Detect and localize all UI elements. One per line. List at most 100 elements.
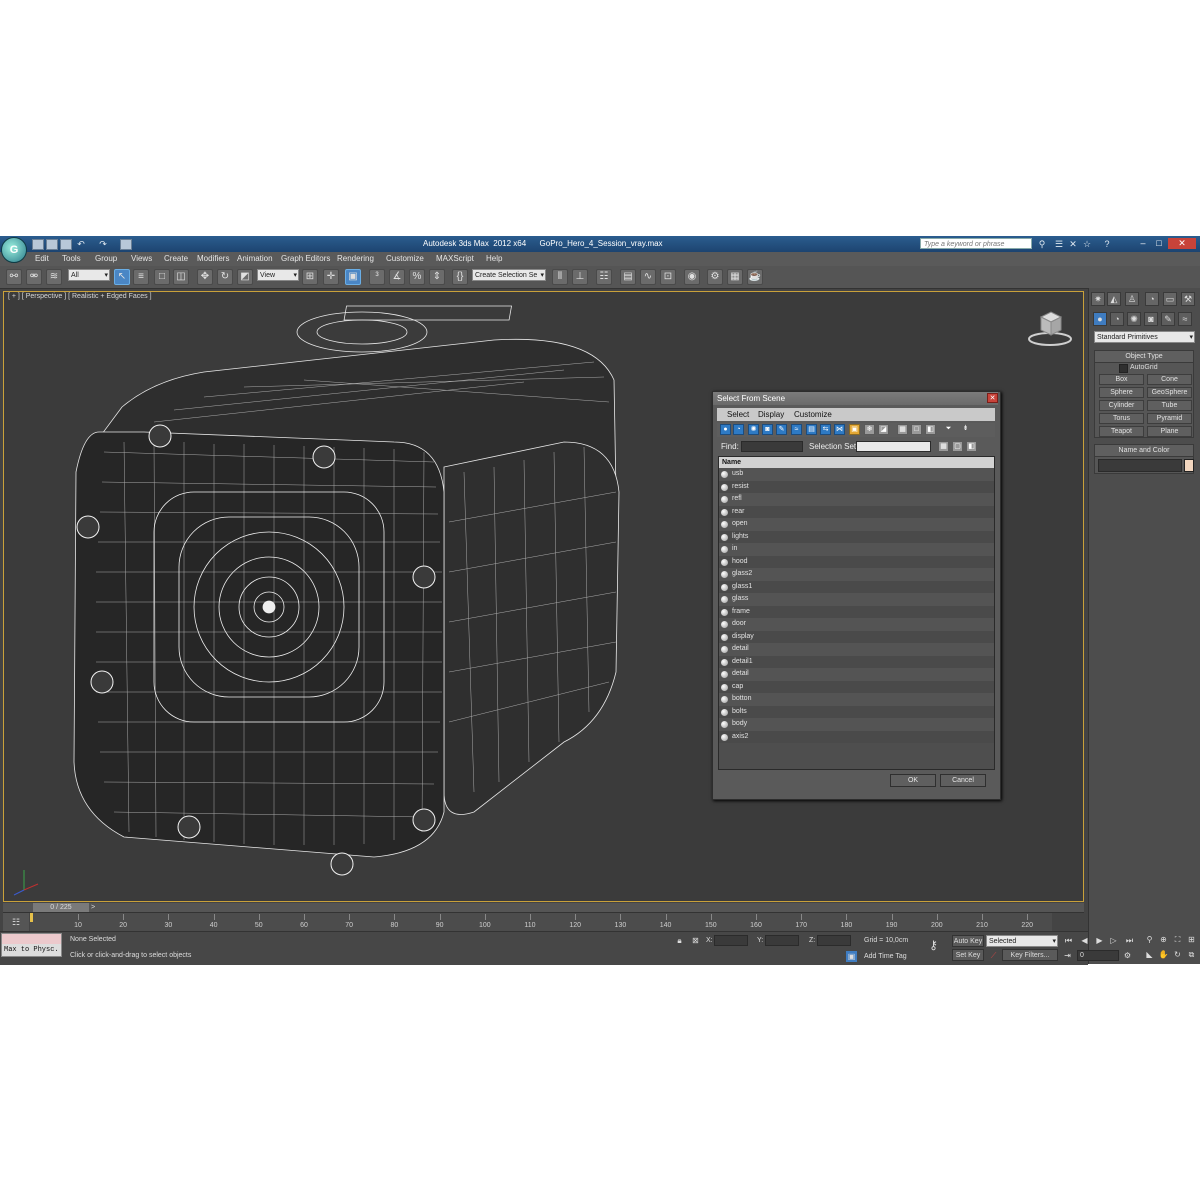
- cameras-icon[interactable]: ◙: [1144, 312, 1158, 326]
- dialog-menu-display[interactable]: Display: [758, 410, 784, 419]
- go-to-start-icon[interactable]: ⏮: [1063, 935, 1074, 946]
- current-frame-field[interactable]: 0: [1077, 950, 1119, 961]
- project-folder-icon[interactable]: [120, 239, 132, 250]
- selection-filter-dropdown[interactable]: All: [68, 269, 110, 281]
- object-list-item[interactable]: frame: [719, 605, 994, 618]
- render-production-icon[interactable]: ☕: [747, 269, 763, 285]
- edit-named-selection-icon[interactable]: {}: [452, 269, 468, 285]
- sort-filter-icon[interactable]: ⇟: [960, 424, 971, 435]
- angle-snap-icon[interactable]: ∡: [389, 269, 405, 285]
- play-icon[interactable]: ▶︎: [1094, 935, 1105, 946]
- track-bar[interactable]: 10 20 30 40 50 60 70 80 90 100 110 120 130 140 150 160 1…: [30, 913, 1052, 931]
- next-frame-icon[interactable]: ▷: [1108, 935, 1119, 946]
- key-filters-icon[interactable]: ⟋: [988, 950, 999, 961]
- torus-button[interactable]: Torus: [1099, 413, 1144, 424]
- object-list-item[interactable]: body: [719, 718, 994, 731]
- save-file-icon[interactable]: [60, 239, 72, 250]
- display-bones-icon[interactable]: ⋈: [834, 424, 845, 435]
- track-bar-menu-icon[interactable]: ☷: [3, 913, 29, 931]
- object-list-item[interactable]: lights: [719, 530, 994, 543]
- time-slider[interactable]: 0 / 225 >: [3, 903, 1084, 913]
- display-containers-icon[interactable]: ▣: [849, 424, 860, 435]
- new-file-icon[interactable]: [32, 239, 44, 250]
- redo-icon[interactable]: ↷: [98, 239, 108, 249]
- open-file-icon[interactable]: [46, 239, 58, 250]
- lights-icon[interactable]: ✺: [1127, 312, 1141, 326]
- maxscript-input-text[interactable]: Max to Physc.: [4, 946, 59, 954]
- y-coord-field[interactable]: [765, 935, 799, 946]
- rendered-frame-window-icon[interactable]: ▦: [727, 269, 743, 285]
- name-column-header[interactable]: Name: [719, 457, 994, 468]
- maxscript-mini-listener[interactable]: Max to Physc.: [1, 933, 62, 957]
- go-to-end-icon[interactable]: ⏭: [1124, 935, 1135, 946]
- communication-icon[interactable]: ✕: [1068, 239, 1078, 249]
- display-tab-icon[interactable]: ▭: [1163, 292, 1177, 306]
- select-by-name-icon[interactable]: ≡: [133, 269, 149, 285]
- display-groups-icon[interactable]: ▤: [806, 424, 817, 435]
- graphite-ribbon-icon[interactable]: ▤: [620, 269, 636, 285]
- display-space-warps-icon[interactable]: ≈: [791, 424, 802, 435]
- object-list-item[interactable]: axis2: [719, 730, 994, 743]
- render-setup-icon[interactable]: ⚙: [707, 269, 723, 285]
- object-type-title[interactable]: Object Type: [1095, 351, 1193, 363]
- object-color-swatch[interactable]: [1184, 459, 1194, 472]
- rotate-icon[interactable]: ↻: [217, 269, 233, 285]
- select-manipulate-icon[interactable]: ✛: [323, 269, 339, 285]
- name-and-color-title[interactable]: Name and Color: [1095, 445, 1193, 457]
- object-list-item[interactable]: display: [719, 630, 994, 643]
- help-search-input[interactable]: Type a keyword or phrase: [920, 238, 1032, 249]
- menu-tools[interactable]: Tools: [62, 254, 81, 263]
- display-hidden-icon[interactable]: ◪: [878, 424, 889, 435]
- menu-animation[interactable]: Animation: [237, 254, 273, 263]
- plane-button[interactable]: Plane: [1147, 426, 1192, 437]
- hierarchy-tab-icon[interactable]: ♙: [1125, 292, 1139, 306]
- tube-button[interactable]: Tube: [1147, 400, 1192, 411]
- layer-manager-icon[interactable]: ☷: [596, 269, 612, 285]
- scale-icon[interactable]: ◩: [237, 269, 253, 285]
- cancel-button[interactable]: Cancel: [940, 774, 986, 787]
- rectangular-selection-icon[interactable]: □: [154, 269, 170, 285]
- reference-coordinate-dropdown[interactable]: View: [257, 269, 299, 281]
- mirror-icon[interactable]: ⫴: [552, 269, 568, 285]
- percent-snap-icon[interactable]: %: [409, 269, 425, 285]
- menu-create[interactable]: Create: [164, 254, 188, 263]
- time-slider-handle[interactable]: 0 / 225: [33, 903, 89, 912]
- find-input[interactable]: [741, 441, 803, 452]
- object-list-item[interactable]: hood: [719, 555, 994, 568]
- object-list-item[interactable]: in: [719, 543, 994, 556]
- menu-edit[interactable]: Edit: [35, 254, 49, 263]
- object-list-item[interactable]: botton: [719, 693, 994, 706]
- sphere-button[interactable]: Sphere: [1099, 387, 1144, 398]
- keyboard-shortcut-override-icon[interactable]: ▣: [345, 269, 361, 285]
- orbit-icon[interactable]: ↻: [1172, 949, 1183, 960]
- menu-rendering[interactable]: Rendering: [337, 254, 374, 263]
- ok-button[interactable]: OK: [890, 774, 936, 787]
- object-list-item[interactable]: bolts: [719, 705, 994, 718]
- time-configuration-icon[interactable]: ⚙: [1122, 950, 1133, 961]
- curve-editor-icon[interactable]: ∿: [640, 269, 656, 285]
- maximize-viewport-icon[interactable]: ⧉: [1186, 949, 1197, 960]
- cylinder-button[interactable]: Cylinder: [1099, 400, 1144, 411]
- set-key-icon[interactable]: ⚷: [928, 939, 939, 951]
- box-button[interactable]: Box: [1099, 374, 1144, 385]
- space-warps-icon[interactable]: ≈: [1178, 312, 1192, 326]
- object-list-item[interactable]: detail: [719, 643, 994, 656]
- dialog-title[interactable]: Select From Scene: [713, 392, 998, 405]
- geometry-icon[interactable]: ●: [1093, 312, 1107, 326]
- zoom-all-icon[interactable]: ⊕: [1158, 934, 1169, 945]
- binoculars-icon[interactable]: ⚲: [1037, 239, 1047, 249]
- helpers-icon[interactable]: ✎: [1161, 312, 1175, 326]
- menu-views[interactable]: Views: [131, 254, 152, 263]
- unlink-icon[interactable]: ⚮: [26, 269, 42, 285]
- x-coord-field[interactable]: [714, 935, 748, 946]
- viewcube-widget[interactable]: [1027, 309, 1073, 347]
- autogrid-checkbox[interactable]: [1119, 364, 1128, 373]
- create-tab-icon[interactable]: ✷: [1091, 292, 1105, 306]
- object-list-item[interactable]: cap: [719, 680, 994, 693]
- shapes-icon[interactable]: ◔: [1110, 312, 1124, 326]
- menu-group[interactable]: Group: [95, 254, 117, 263]
- object-list-item[interactable]: glass1: [719, 580, 994, 593]
- zoom-extents-icon[interactable]: ⛶: [1172, 934, 1183, 945]
- display-xrefs-icon[interactable]: ⇆: [820, 424, 831, 435]
- object-list-item[interactable]: open: [719, 518, 994, 531]
